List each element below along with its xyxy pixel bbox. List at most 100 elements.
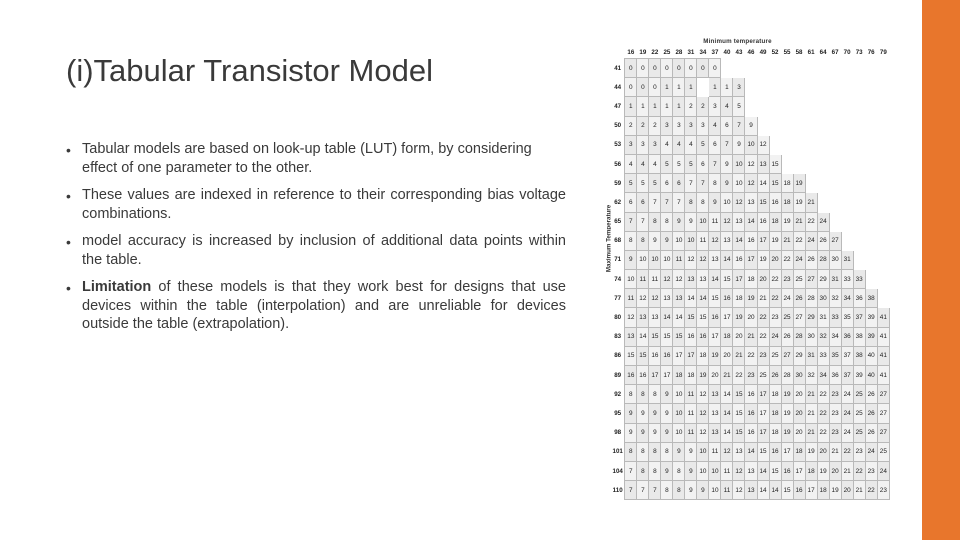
table-cell: 15	[732, 422, 746, 443]
table-cell	[792, 115, 806, 136]
table-cell: 8	[636, 230, 650, 251]
table-cell: 17	[672, 345, 686, 367]
table-cell: 41	[876, 307, 891, 328]
table-cell: 0	[648, 77, 662, 98]
table-cell: 18	[780, 173, 794, 194]
column-header: 16	[624, 47, 637, 59]
table-cell: 22	[756, 326, 770, 347]
table-cell: 20	[816, 441, 830, 462]
table-cell: 9	[660, 403, 674, 424]
table-row: 74 10 11 11 12 12 13 13 14 15 17 18 20 22 23 25 27 29 31 33…	[611, 269, 891, 290]
table-cell: 11	[720, 460, 734, 482]
table-cell: 6	[624, 192, 638, 213]
table-cell: 18	[768, 211, 782, 232]
table-cell: 10	[720, 192, 734, 213]
table-cell: 37	[840, 345, 854, 367]
table-cell: 29	[792, 345, 806, 367]
table-cell: 29	[804, 307, 818, 328]
table-cell: 7	[624, 480, 638, 501]
table-cell: 2	[684, 96, 698, 117]
table-cell: 8	[660, 480, 674, 501]
table-cell: 30	[804, 326, 818, 347]
table-cell: 10	[732, 153, 746, 175]
list-item: • Tabular models are based on look-up ta…	[66, 140, 566, 177]
table-cell: 41	[876, 326, 891, 347]
table-cell: 17	[684, 345, 698, 367]
table-cell: 15	[756, 192, 770, 213]
table-cell: 13	[636, 307, 650, 328]
table-cell	[876, 192, 891, 213]
table-cell: 30	[816, 288, 830, 309]
table-cell: 17	[804, 480, 818, 501]
table-cell: 19	[792, 192, 806, 213]
table-cell: 18	[768, 422, 782, 443]
table-cell	[828, 77, 842, 98]
table-cell: 2	[648, 115, 662, 136]
table-cell: 22	[756, 307, 770, 328]
bullet-icon: •	[66, 234, 71, 250]
table-cell: 19	[732, 307, 746, 328]
row-header: 53	[611, 135, 625, 155]
table-cell: 24	[876, 460, 891, 482]
table-cell	[864, 115, 878, 136]
table-cell	[864, 249, 878, 271]
table-cell: 9	[696, 480, 710, 501]
table-cell: 15	[672, 326, 686, 347]
table-cell	[804, 57, 818, 79]
column-header: 55	[781, 47, 794, 59]
column-header: 31	[684, 47, 697, 59]
table-cell: 25	[852, 422, 866, 443]
table-cell: 31	[840, 249, 854, 271]
table-cell: 0	[636, 77, 650, 98]
figure-top-axis-label: Minimum temperature	[703, 38, 772, 45]
table-cell: 16	[696, 326, 710, 347]
row-header: 95	[611, 403, 625, 424]
row-header: 98	[611, 423, 625, 443]
row-header: 41	[611, 58, 625, 78]
table-cell: 23	[780, 269, 794, 290]
table-row: 86 15 15 16 16 17 17 18 19 20 21 22 23 25 27 29 31 33 35 37…	[611, 345, 891, 367]
table-cell: 15	[756, 441, 770, 462]
column-header: 70	[841, 47, 854, 59]
table-cell: 27	[876, 384, 891, 405]
column-header: 64	[817, 47, 830, 59]
table-cell: 26	[816, 230, 830, 251]
table-cell: 7	[732, 115, 746, 136]
table-cell: 15	[684, 307, 698, 328]
table-cell: 8	[708, 173, 722, 194]
table-cell: 9	[648, 230, 662, 251]
table-cell: 7	[672, 192, 686, 213]
table-cell: 8	[672, 460, 686, 482]
table-cell: 15	[660, 326, 674, 347]
table-cell: 20	[792, 403, 806, 424]
table-cell	[756, 115, 770, 136]
table-cell: 24	[816, 211, 830, 232]
table-cell	[840, 115, 854, 136]
table-cell: 38	[864, 288, 878, 309]
table-cell: 8	[648, 211, 662, 232]
table-cell: 19	[696, 364, 710, 386]
list-item: • Limitation of these models is that the…	[66, 278, 566, 334]
table-cell: 11	[636, 269, 650, 290]
table-cell	[852, 249, 866, 271]
table-cell	[828, 96, 842, 117]
table-cell	[840, 134, 854, 155]
table-cell: 33	[816, 345, 830, 367]
table-cell: 26	[768, 364, 782, 386]
table-cell: 23	[828, 403, 842, 424]
list-item-text-limitation: Limitation of these models is that they …	[82, 279, 566, 332]
table-cell: 21	[756, 288, 770, 309]
row-header: 59	[611, 173, 625, 193]
table-cell: 10	[684, 230, 698, 251]
table-cell	[840, 57, 854, 79]
table-cell	[804, 173, 818, 194]
table-cell	[780, 153, 794, 175]
table-cell: 15	[636, 345, 650, 367]
table-cell: 18	[720, 326, 734, 347]
table-cell: 37	[852, 307, 866, 328]
table-cell: 10	[660, 249, 674, 271]
table-cell: 16	[684, 326, 698, 347]
table-cell	[744, 96, 758, 117]
table-cell: 21	[732, 345, 746, 367]
table-cell: 14	[744, 211, 758, 232]
